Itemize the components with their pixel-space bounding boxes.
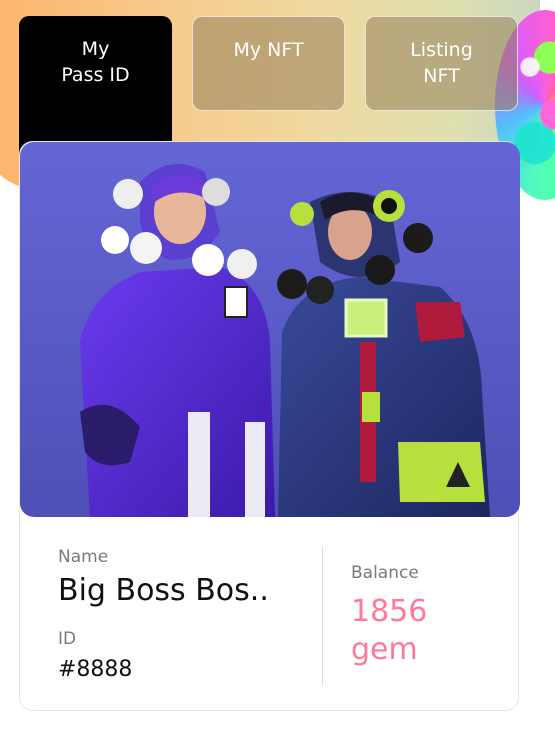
balance-amount: 1856 — [351, 594, 428, 629]
pass-card: Name Big Boss Bos.. ID #8888 Balance 185… — [19, 141, 520, 712]
name-value: Big Boss Bos.. — [58, 573, 269, 608]
balance-label: Balance — [351, 563, 419, 583]
id-label: ID — [58, 629, 77, 649]
tab-my-pass-id[interactable]: My Pass ID — [19, 16, 172, 156]
balance-value: 1856 gem — [351, 593, 501, 669]
id-value: #8888 — [58, 657, 133, 682]
tab-my-nft[interactable]: My NFT — [192, 16, 345, 111]
tab-label: My NFT — [233, 39, 304, 61]
tab-listing-nft[interactable]: Listing NFT — [365, 16, 518, 111]
divider — [322, 547, 323, 685]
pass-image — [20, 142, 520, 517]
page: My Pass ID My NFT Listing NFT Name Big B… — [0, 0, 555, 729]
name-label: Name — [58, 547, 109, 567]
balance-unit: gem — [351, 632, 418, 667]
tab-label: Listing NFT — [410, 39, 473, 87]
tab-label: My Pass ID — [61, 38, 130, 86]
pass-info: Name Big Boss Bos.. ID #8888 Balance 185… — [20, 517, 520, 712]
tab-bar: My Pass ID My NFT Listing NFT — [19, 16, 518, 156]
